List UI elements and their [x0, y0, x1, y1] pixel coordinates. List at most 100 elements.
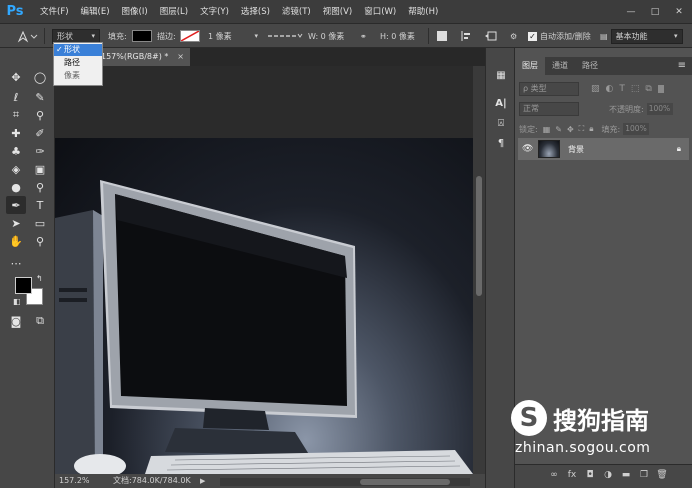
path-alignment-icon[interactable]	[460, 28, 472, 44]
lock-row: 锁定: ▦ ✎ ✥ ⛶ 🔒︎ 填充: 100%	[519, 121, 688, 137]
stroke-type-select[interactable]	[266, 28, 304, 44]
path-selection-tool-icon[interactable]: ➤	[6, 214, 26, 232]
gear-icon[interactable]: ⚙	[510, 28, 517, 44]
gradient-tool-icon[interactable]: ▣	[30, 160, 50, 178]
hand-tool-icon[interactable]: ✋	[6, 232, 26, 250]
lock-pixels-icon[interactable]: ✎	[555, 125, 562, 134]
filter-type-icon[interactable]: T	[619, 84, 625, 94]
menu-layer[interactable]: 图层(L)	[154, 0, 194, 24]
menu-window[interactable]: 窗口(W)	[358, 0, 402, 24]
screen-mode-icon[interactable]: ⧉	[30, 312, 50, 330]
filter-smart-object-icon[interactable]: ⧉	[645, 84, 651, 94]
blur-tool-icon[interactable]: ●	[6, 178, 26, 196]
menu-edit[interactable]: 编辑(E)	[75, 0, 116, 24]
width-field[interactable]: W: 0 像素	[308, 28, 344, 44]
tab-paths[interactable]: 路径	[575, 57, 605, 75]
eye-icon[interactable]: 👁︎	[522, 144, 533, 154]
menu-image[interactable]: 图像(I)	[116, 0, 154, 24]
auto-add-delete-checkbox[interactable]: ✓ 自动添加/删除	[528, 28, 591, 44]
paragraph-panel-icon[interactable]: ¶	[492, 134, 510, 152]
menu-type[interactable]: 文字(Y)	[194, 0, 235, 24]
lasso-tool-icon[interactable]: ℓ	[6, 88, 26, 106]
layer-filter-select[interactable]: ρ 类型	[519, 82, 579, 96]
new-layer-icon[interactable]: ❐	[637, 470, 651, 484]
minimize-button[interactable]: —	[620, 0, 642, 24]
panel-menu-icon[interactable]: ≡	[678, 57, 686, 75]
blend-mode-select[interactable]: 正常	[519, 102, 579, 116]
more-tools-icon[interactable]: ⋯	[6, 254, 26, 272]
horizontal-scrollbar[interactable]	[220, 478, 470, 486]
add-mask-icon[interactable]: ◘	[583, 470, 597, 484]
history-brush-tool-icon[interactable]: ✑	[30, 142, 50, 160]
marquee-tool-icon[interactable]: ◯	[30, 68, 50, 86]
canvas[interactable]	[55, 66, 473, 474]
menu-file[interactable]: 文件(F)	[34, 0, 75, 24]
stroke-width-select[interactable]: 1 像素 ▾	[204, 28, 262, 44]
character-panel-icon[interactable]: A|	[492, 94, 510, 112]
eraser-tool-icon[interactable]: ◈	[6, 160, 26, 178]
close-button[interactable]: ✕	[668, 0, 690, 24]
pen-tool-icon[interactable]: ✒	[6, 196, 26, 214]
move-tool-icon[interactable]: ✥	[6, 68, 26, 86]
new-group-icon[interactable]: ▬	[619, 470, 633, 484]
horizontal-scroll-thumb[interactable]	[360, 479, 450, 485]
dropdown-option-pixel[interactable]: 像素	[54, 70, 102, 82]
tab-channels[interactable]: 通道	[545, 57, 575, 75]
delete-layer-icon[interactable]: 🗑	[655, 470, 669, 484]
lock-position-icon[interactable]: ✥	[567, 125, 574, 134]
history-panel-icon[interactable]: ▦	[492, 66, 510, 84]
link-icon[interactable]: ⚭	[360, 28, 367, 44]
status-menu-arrow-icon[interactable]: ▶	[200, 474, 205, 488]
dropdown-option-path[interactable]: 路径	[54, 57, 102, 69]
dodge-tool-icon[interactable]: ⚲	[30, 178, 50, 196]
path-arrangement-icon[interactable]	[484, 28, 498, 44]
close-icon[interactable]: ×	[177, 48, 184, 66]
restore-button[interactable]: □	[644, 0, 666, 24]
lock-all-icon[interactable]: 🔒︎	[589, 124, 593, 134]
lock-transparent-icon[interactable]: ▦	[543, 125, 551, 134]
clone-stamp-tool-icon[interactable]: ♣	[6, 142, 26, 160]
glyphs-panel-icon[interactable]: ⍓	[492, 114, 510, 132]
lock-artboard-icon[interactable]: ⛶	[579, 124, 585, 134]
opacity-field[interactable]: 100%	[646, 103, 673, 115]
menu-select[interactable]: 选择(S)	[235, 0, 276, 24]
filter-adjustment-icon[interactable]: ◐	[606, 84, 614, 94]
swap-colors-icon[interactable]: ↰	[36, 274, 43, 283]
fill-field[interactable]: 100%	[623, 123, 650, 135]
quick-select-tool-icon[interactable]: ✎	[30, 88, 50, 106]
foreground-color-swatch[interactable]	[15, 277, 32, 294]
path-operations-icon[interactable]	[436, 28, 448, 44]
healing-brush-tool-icon[interactable]: ✚	[6, 124, 26, 142]
watermark-text: 搜狗指南	[553, 406, 649, 435]
menu-help[interactable]: 帮助(H)	[402, 0, 444, 24]
filter-toggle[interactable]	[657, 85, 664, 93]
lock-icon[interactable]: 🔒︎	[677, 144, 681, 154]
rectangle-tool-icon[interactable]: ▭	[30, 214, 50, 232]
brush-tool-icon[interactable]: ✐	[30, 124, 50, 142]
workspace-select[interactable]: ▤ 基本功能 ▾	[600, 28, 683, 44]
quick-mask-icon[interactable]: ◙	[6, 312, 26, 330]
crop-tool-icon[interactable]: ⌗	[6, 106, 26, 124]
eyedropper-tool-icon[interactable]: ⚲	[30, 106, 50, 124]
stroke-swatch[interactable]	[180, 28, 200, 44]
pen-tool-preset-icon[interactable]	[16, 28, 38, 44]
type-tool-icon[interactable]: T	[30, 196, 50, 214]
filter-pixel-icon[interactable]: ▨	[591, 84, 600, 94]
zoom-level[interactable]: 157.2%	[59, 474, 90, 488]
vertical-scroll-thumb[interactable]	[476, 176, 482, 296]
dropdown-option-shape[interactable]: ✓ 形状	[54, 44, 102, 56]
tab-layers[interactable]: 图层	[515, 57, 545, 75]
height-field[interactable]: H: 0 像素	[380, 28, 415, 44]
default-colors-icon[interactable]: ◧	[13, 297, 21, 306]
link-layers-icon[interactable]: ∞	[547, 470, 561, 484]
layer-row[interactable]: 👁︎ 背景 🔒︎	[518, 138, 689, 160]
zoom-tool-icon[interactable]: ⚲	[30, 232, 50, 250]
adjustment-layer-icon[interactable]: ◑	[601, 470, 615, 484]
filter-shape-icon[interactable]: ⬚	[631, 84, 640, 94]
tools-panel: ✥ ◯ ℓ ✎ ⌗ ⚲ ✚ ✐ ♣ ✑ ◈ ▣ ● ⚲ ✒ T ➤ ▭ ✋ ⚲ …	[0, 48, 55, 488]
layer-style-icon[interactable]: fx	[565, 470, 579, 484]
vertical-scrollbar[interactable]	[473, 66, 485, 474]
menu-view[interactable]: 视图(V)	[317, 0, 358, 24]
fill-swatch[interactable]	[132, 28, 152, 44]
menu-filter[interactable]: 滤镜(T)	[276, 0, 317, 24]
